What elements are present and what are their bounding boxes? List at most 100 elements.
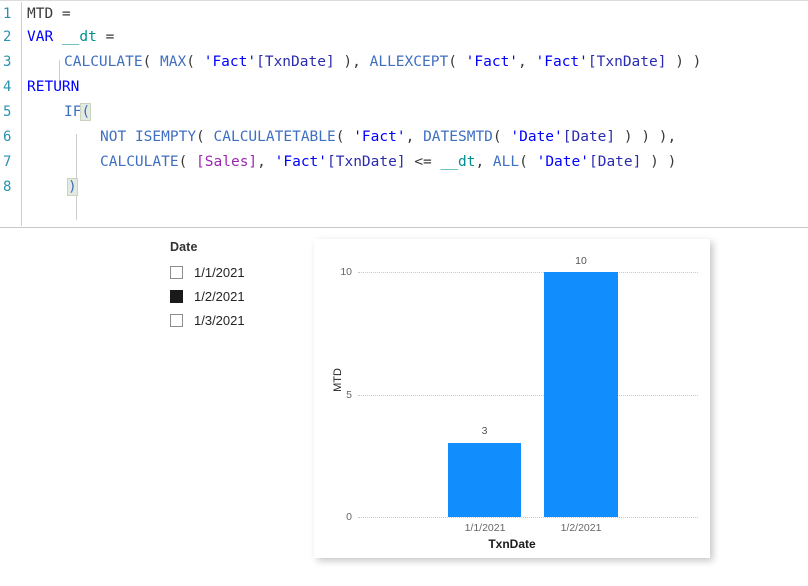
line-content: IF( (64, 100, 92, 125)
slicer-title: Date (170, 240, 198, 254)
slicer-item-1[interactable]: 1/1/2021 (170, 260, 290, 284)
token-punct: , (518, 54, 536, 70)
line-content: RETURN (27, 75, 79, 100)
bar-1-2-2021[interactable] (544, 272, 618, 517)
token-matching-bracket: ) (67, 178, 78, 196)
line-content: CALCULATE( [Sales], 'Fact'[TxnDate] <= _… (100, 150, 676, 175)
token-table: 'Fact' (353, 129, 406, 145)
code-line-3[interactable]: 3 CALCULATE( MAX( 'Fact'[TxnDate] ), ALL… (0, 50, 808, 75)
token-function-datesmtd: DATESMTD (423, 129, 493, 145)
token-operator: = (105, 29, 115, 45)
token-measure-sales: [Sales] (196, 154, 258, 170)
mtd-bar-chart-card[interactable]: MTD 10 5 0 3 10 1/1/2021 1/2/2021 TxnDat… (314, 239, 710, 558)
slicer-item-2[interactable]: 1/2/2021 (170, 284, 290, 308)
line-number: 7 (3, 154, 12, 170)
line-number: 4 (3, 79, 12, 95)
token-column: [TxnDate] (256, 54, 335, 70)
line-content: ) (67, 175, 78, 200)
line-number: 3 (3, 54, 12, 70)
token-table: 'Fact' (535, 54, 588, 70)
y-tick-label: 5 (346, 389, 352, 401)
token-punct: , (405, 129, 424, 145)
token-punct: ) ) ), (615, 129, 677, 145)
token-punct: ( (519, 154, 537, 170)
token-column: [TxnDate] (587, 54, 667, 70)
token-function-if: IF (64, 104, 82, 120)
token-punct: , (475, 154, 493, 170)
token-variable: __dt (440, 154, 476, 170)
y-tick-label: 0 (346, 511, 352, 523)
token-table: 'Date' (536, 154, 589, 170)
x-axis-title: TxnDate (488, 537, 536, 551)
line-number: 5 (3, 104, 12, 120)
gridline-5 (358, 395, 698, 396)
token-punct: ( (492, 129, 511, 145)
token-identifier: MTD (27, 6, 54, 22)
token-punct: ( (186, 54, 204, 70)
token-column: [Date] (562, 129, 616, 145)
gridline-0 (358, 517, 698, 518)
gridline-10 (358, 272, 698, 273)
code-line-1[interactable]: 1 MTD = (0, 2, 808, 27)
slicer-item-label: 1/3/2021 (194, 312, 245, 328)
code-line-8[interactable]: 8 ) (0, 175, 808, 200)
token-function-allexcept: ALLEXCEPT (369, 54, 449, 70)
code-line-5[interactable]: 5 IF( (0, 100, 808, 125)
code-line-4[interactable]: 4 RETURN (0, 75, 808, 100)
token-keyword-var: VAR (27, 29, 54, 45)
bar-1-1-2021[interactable] (448, 443, 521, 517)
token-punct: ( (196, 129, 214, 145)
token-variable: __dt (61, 29, 97, 45)
token-keyword-return: RETURN (27, 79, 80, 95)
dax-code-editor[interactable]: 1 MTD = 2 VAR __dt = 3 CALCULATE( MAX( '… (0, 0, 808, 228)
line-number: 8 (3, 179, 12, 195)
token-operator: = (53, 6, 71, 22)
checkbox-icon[interactable] (170, 313, 183, 327)
token-function-calculate: CALCULATE (100, 154, 179, 170)
token-function-calculatetable: CALCULATETABLE (213, 129, 336, 145)
token-punct: ) ) (666, 54, 702, 70)
token-function-calculate: CALCULATE (64, 54, 143, 70)
token-matching-bracket: ( (80, 103, 92, 121)
line-number: 1 (3, 6, 12, 22)
y-axis-title: MTD (332, 368, 344, 392)
bar-value-label: 10 (575, 255, 587, 267)
line-content: VAR __dt = (27, 25, 114, 50)
token-table: 'Fact' (203, 54, 257, 70)
token-column: [Date] (588, 154, 642, 170)
token-function-all: ALL (492, 154, 520, 170)
slicer-item-label: 1/1/2021 (194, 264, 245, 280)
line-number: 2 (3, 29, 12, 45)
token-function-isempty: ISEMPTY (134, 129, 197, 145)
token-operator: <= (414, 154, 432, 170)
checkbox-checked-icon[interactable] (170, 289, 183, 303)
code-line-2[interactable]: 2 VAR __dt = (0, 25, 808, 50)
checkbox-icon[interactable] (170, 265, 183, 279)
code-line-7[interactable]: 7 CALCULATE( [Sales], 'Fact'[TxnDate] <=… (0, 150, 808, 175)
token-function-max: MAX (160, 54, 187, 70)
x-tick-label: 1/2/2021 (560, 522, 602, 534)
slicer-item-3[interactable]: 1/3/2021 (170, 308, 290, 332)
date-slicer[interactable]: Date 1/1/2021 1/2/2021 1/3/2021 (170, 240, 290, 332)
token-punct: ( (178, 154, 197, 170)
line-number: 6 (3, 129, 12, 145)
token-punct: , (257, 154, 275, 170)
slicer-item-label: 1/2/2021 (194, 288, 245, 304)
bar-value-label: 3 (481, 425, 488, 437)
token-punct: ) ) (641, 154, 677, 170)
code-line-6[interactable]: 6 NOT ISEMPTY( CALCULATETABLE( 'Fact', D… (0, 125, 808, 150)
line-content: MTD = (27, 2, 71, 27)
token-punct: ( (335, 129, 354, 145)
line-content: NOT ISEMPTY( CALCULATETABLE( 'Fact', DAT… (100, 125, 676, 150)
line-content: CALCULATE( MAX( 'Fact'[TxnDate] ), ALLEX… (64, 50, 701, 75)
token-table: 'Date' (510, 129, 563, 145)
chart-plot-area: MTD 10 5 0 3 10 1/1/2021 1/2/2021 TxnDat… (314, 239, 710, 558)
token-column: [TxnDate] (327, 154, 406, 170)
token-table: 'Fact' (465, 54, 519, 70)
y-tick-label: 10 (340, 266, 352, 278)
token-punct: ( (142, 54, 161, 70)
